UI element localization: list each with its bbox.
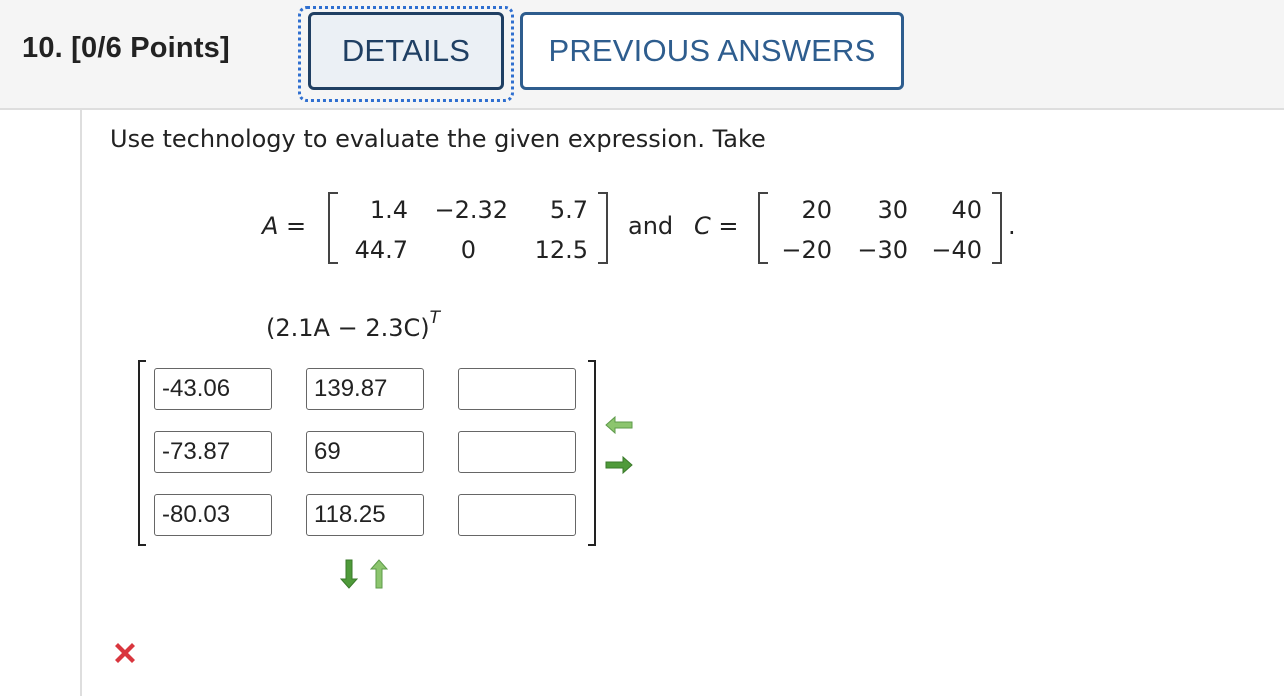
remove-row-button[interactable]	[368, 558, 390, 594]
matrix-c-cell: −40	[931, 236, 982, 264]
answer-cell[interactable]	[458, 494, 576, 536]
matrix-a-cell: 0	[460, 236, 476, 264]
matrix-c-cell: −20	[781, 236, 832, 264]
matrix-a-right-bracket	[598, 192, 608, 264]
question-title: 10. [0/6 Points]	[22, 32, 230, 64]
answer-cell[interactable]	[306, 494, 424, 536]
question-instructions: Use technology to evaluate the given exp…	[110, 125, 766, 153]
previous-answers-button[interactable]: PREVIOUS ANSWERS	[520, 12, 904, 90]
matrix-a-cell: 12.5	[534, 236, 588, 264]
question-left-border	[80, 110, 82, 696]
expression: (2.1A − 2.3C)T	[266, 308, 440, 342]
add-row-button[interactable]	[338, 558, 360, 594]
matrix-c-cell: 30	[877, 196, 908, 224]
arrow-down-icon	[339, 559, 359, 589]
matrix-a-label: A =	[262, 212, 307, 240]
details-button[interactable]: DETAILS	[308, 12, 504, 90]
answer-cell[interactable]	[154, 368, 272, 410]
connector-and: and	[628, 212, 674, 240]
matrix-c-right-bracket	[992, 192, 1002, 264]
matrix-c-cell: 40	[951, 196, 982, 224]
matrix-c-cell: −30	[857, 236, 908, 264]
answer-cell[interactable]	[458, 431, 576, 473]
add-column-button[interactable]	[604, 454, 634, 480]
answer-right-bracket	[588, 360, 596, 546]
arrow-right-icon	[605, 455, 633, 475]
answer-cell[interactable]	[306, 431, 424, 473]
matrix-c-label: C =	[694, 212, 739, 240]
answer-cell[interactable]	[306, 368, 424, 410]
matrix-c-cell: 20	[801, 196, 832, 224]
matrix-a-cell: 1.4	[369, 196, 408, 224]
answer-cell[interactable]	[154, 431, 272, 473]
answer-cell[interactable]	[458, 368, 576, 410]
matrix-c-end-punct: .	[1008, 212, 1016, 240]
arrow-left-icon	[605, 415, 633, 435]
matrix-c-left-bracket	[758, 192, 768, 264]
matrix-a-cell: 44.7	[354, 236, 408, 264]
expression-text: (2.1A − 2.3C)	[266, 314, 430, 342]
answer-cell[interactable]	[154, 494, 272, 536]
remove-column-button[interactable]	[604, 414, 634, 440]
matrix-a-cell: −2.32	[434, 196, 508, 224]
incorrect-x-icon	[110, 638, 140, 674]
matrix-a-cell: 5.7	[549, 196, 588, 224]
question-header: 10. [0/6 Points] DETAILS PREVIOUS ANSWER…	[0, 0, 1284, 110]
expression-superscript: T	[429, 308, 440, 328]
answer-left-bracket	[138, 360, 146, 546]
arrow-up-icon	[369, 559, 389, 589]
matrix-a-left-bracket	[328, 192, 338, 264]
